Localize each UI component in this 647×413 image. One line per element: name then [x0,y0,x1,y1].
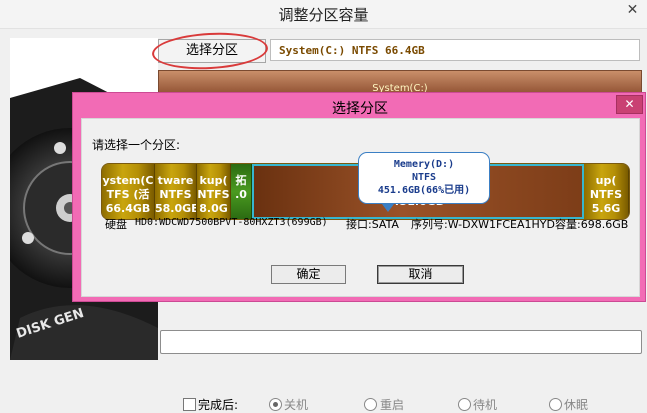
window-close-button[interactable]: ✕ [618,0,647,20]
select-partition-button[interactable]: 选择分区 [158,39,266,63]
partition-segment-line: kup( [199,174,228,187]
disk-interface: 接口:SATA [346,218,399,231]
partition-segment-line: tware [157,174,194,187]
partition-segment-line: TFS (活 [106,188,150,201]
after-complete-label: 完成后: [198,398,239,412]
radio-hibernate-label: 休眠 [564,398,589,412]
radio-standby[interactable] [458,398,471,411]
tooltip-line: 451.6GB(66%已用) [377,185,471,196]
partition-segment-small[interactable]: 拓 .0 [231,164,252,219]
radio-hibernate[interactable] [549,398,562,411]
tooltip-line: Memery(D:) [393,159,455,170]
partition-tooltip: Memery(D:) NTFS 451.6GB(66%已用) [358,152,490,204]
dialog-close-button[interactable]: ✕ [616,95,643,114]
partition-segment-system[interactable]: ystem(C TFS (活 66.4GB [102,164,155,219]
dialog-prompt: 请选择一个分区: [92,138,181,152]
partition-segment-software[interactable]: tware NTFS 58.0GE [155,164,197,219]
partition-segment-line: 8.0G [199,202,228,215]
select-partition-dialog: 选择分区 ✕ 请选择一个分区: ystem(C TFS (活 66.4GB tw… [72,92,646,302]
radio-shutdown-label: 关机 [284,398,309,412]
tooltip-line: NTFS [411,172,437,183]
disk-info-label: 硬盘 [105,218,127,231]
radio-restart-label: 重启 [380,398,405,412]
partition-segment-line: 66.4GB [105,202,151,215]
partition-segment-backup2[interactable]: up( NTFS 5.6G [584,164,629,219]
tooltip-tail [382,204,394,212]
radio-standby-label: 待机 [473,398,498,412]
partition-segment-line: ystem(C [102,174,154,187]
disk-capacity: 容量:698.6GB [555,218,629,231]
dialog-title: 选择分区 [332,101,388,117]
partition-segment-line: NTFS [197,188,230,201]
partition-segment-line: NTFS [159,188,192,201]
partition-segment-line: 58.0GE [155,202,197,215]
partition-segment-backup[interactable]: kup( NTFS 8.0G [197,164,231,219]
partition-segment-line: 5.6G [591,202,621,215]
selected-partition-field: System(C:) NTFS 66.4GB [270,39,640,61]
partition-segment-line: NTFS [589,188,623,201]
radio-restart[interactable] [364,398,377,411]
progress-bar [160,330,642,354]
ok-button[interactable]: 确定 [271,265,346,284]
cancel-button[interactable]: 取消 [377,265,464,284]
disk-model: HD0:WDCWD7500BPVT-80HXZT3(699GB) [135,217,328,228]
partition-segment-line: up( [595,174,617,187]
dialog-body: 请选择一个分区: ystem(C TFS (活 66.4GB tware NTF… [81,118,640,297]
radio-shutdown[interactable] [269,398,282,411]
partition-segment-line: .0 [235,188,247,201]
window-title: 调整分区容量 [278,6,369,24]
partition-segment-line: 拓 [235,174,247,187]
after-complete-checkbox[interactable] [183,398,196,411]
disk-serial: 序列号:W-DXW1FCEA1HYD [411,218,555,231]
